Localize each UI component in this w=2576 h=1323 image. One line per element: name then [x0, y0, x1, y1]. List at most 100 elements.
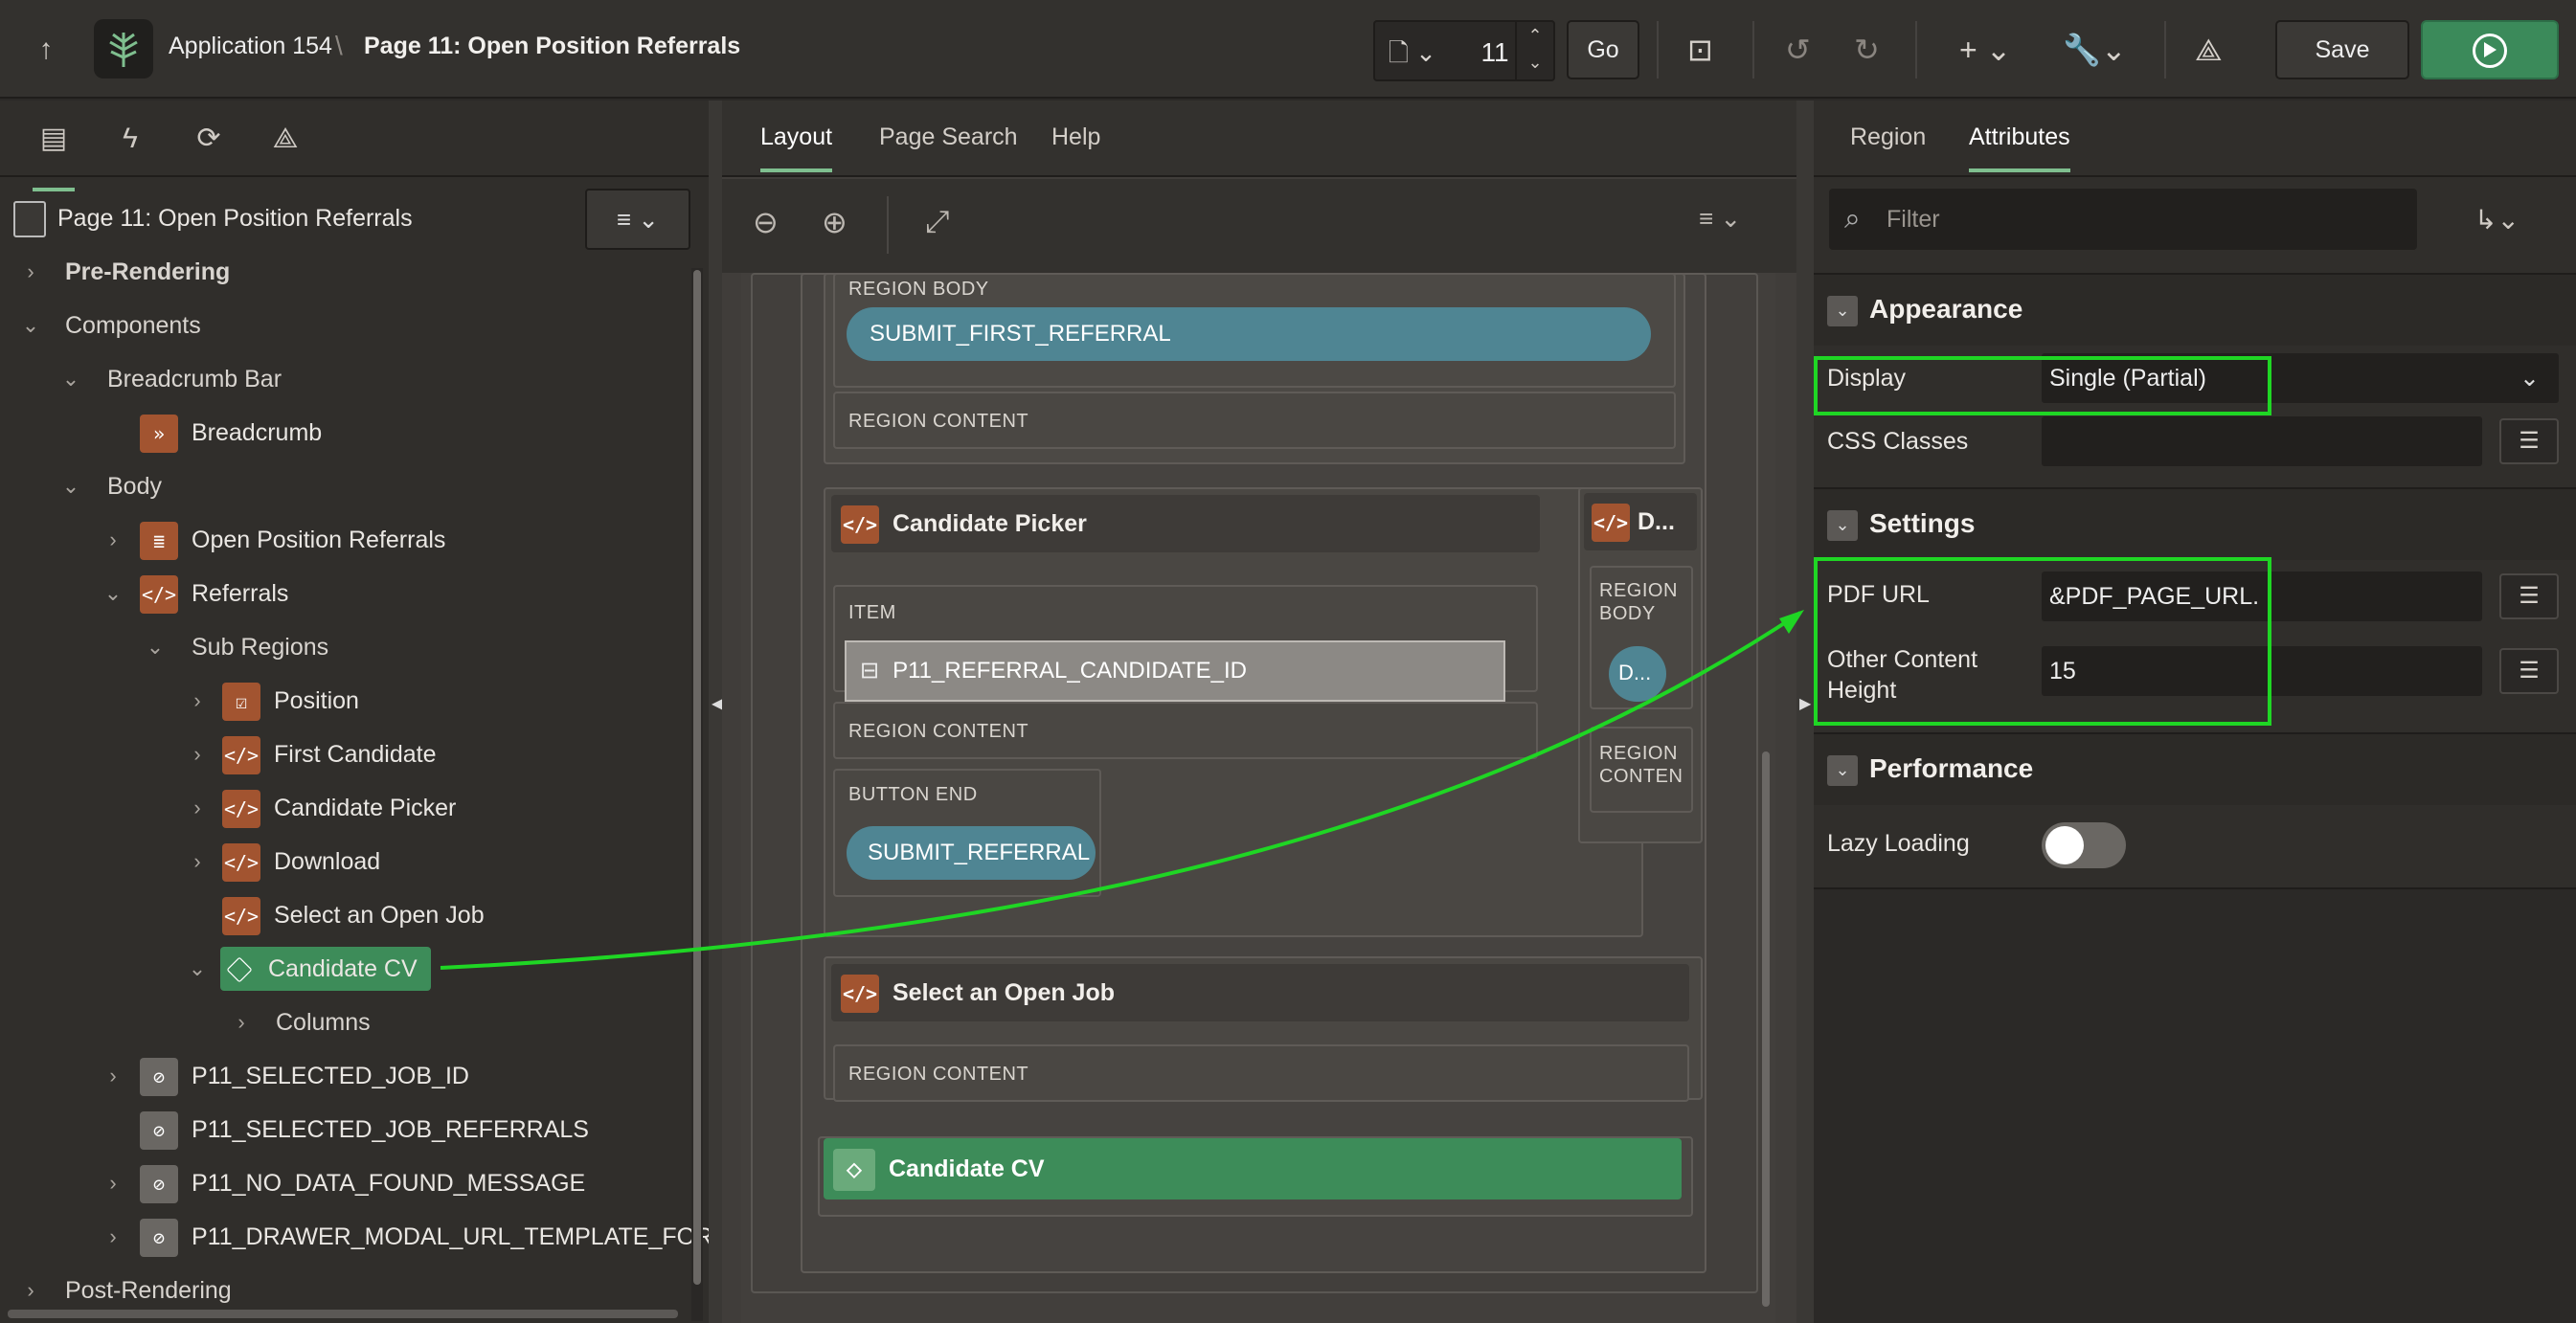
tab-region[interactable]: Region	[1850, 123, 1926, 151]
region-body-box[interactable]: REGION BODY SUBMIT_FIRST_REFERRAL	[833, 273, 1676, 388]
section-performance[interactable]: ⌄ Performance	[1814, 732, 2576, 805]
zoom-in-icon[interactable]: ⊕	[822, 204, 847, 240]
go-to-group-icon[interactable]: ↳⌄	[2474, 204, 2520, 235]
chevron-right-icon[interactable]: ›	[186, 837, 209, 886]
page-number-input[interactable]: 11	[1471, 37, 1519, 68]
candidate-id-item[interactable]: ⊟ P11_REFERRAL_CANDIDATE_ID	[845, 640, 1505, 702]
chevron-down-icon[interactable]: ⌄	[1827, 296, 1858, 326]
create-menu-icon[interactable]: + ⌄	[1959, 29, 2011, 71]
region-content-box[interactable]: REGION CONTENT	[833, 392, 1676, 449]
section-appearance[interactable]: ⌄ Appearance	[1814, 273, 2576, 346]
processing-tab-icon[interactable]: ⟳	[188, 120, 230, 158]
tree-item-download[interactable]: › </> Download	[186, 837, 380, 886]
scrollbar-thumb[interactable]	[8, 1310, 678, 1318]
tree-item-drawer-modal-url[interactable]: › ⊘ P11_DRAWER_MODAL_URL_TEMPLATE_FOR_JS	[102, 1212, 754, 1262]
utilities-wrench-icon[interactable]: 🔧⌄	[2063, 29, 2127, 71]
chevron-right-icon[interactable]: ›	[230, 998, 253, 1047]
tree-page-root[interactable]: Page 11: Open Position Referrals	[13, 193, 413, 243]
up-arrow-icon[interactable]: ↑	[29, 33, 63, 67]
tree-menu-button[interactable]: ≡ ⌄	[585, 189, 690, 250]
list-icon[interactable]: ☰	[2499, 573, 2559, 619]
tree-item-selected-job-id[interactable]: › ⊘ P11_SELECTED_JOB_ID	[102, 1051, 469, 1101]
tree-horizontal-scrollbar[interactable]	[0, 1307, 680, 1320]
scrollbar-thumb[interactable]	[1762, 751, 1770, 1307]
candidate-picker-header[interactable]: </> Candidate Picker	[831, 495, 1540, 552]
chevron-right-icon[interactable]: ›	[186, 783, 209, 833]
download-region[interactable]: </> D... REGION BODY D... REGION CONTEN	[1578, 487, 1703, 843]
chevron-right-icon[interactable]: ›	[102, 1158, 124, 1208]
app-logo-icon[interactable]	[94, 19, 153, 78]
tree-item-referrals[interactable]: ⌄ </> Referrals	[102, 569, 288, 618]
canvas-scrollbar[interactable]	[1760, 273, 1772, 1323]
submit-first-referral-button[interactable]: SUBMIT_FIRST_REFERRAL	[847, 307, 1651, 361]
run-page-button[interactable]	[2421, 20, 2559, 79]
chevron-right-icon[interactable]: ›	[102, 1051, 124, 1101]
tree-item-first-candidate[interactable]: › </> First Candidate	[186, 729, 437, 779]
tab-page-search[interactable]: Page Search	[879, 123, 1018, 151]
tree-item-body[interactable]: ⌄ Body	[59, 461, 162, 511]
app-name[interactable]: Application 154	[169, 33, 332, 60]
tab-attributes[interactable]: Attributes	[1969, 123, 2070, 172]
tree-item-sub-regions[interactable]: ⌄ Sub Regions	[144, 622, 328, 672]
expand-icon[interactable]: ⤢	[925, 204, 950, 240]
shared-components-tab-icon[interactable]: ⟁	[264, 120, 306, 158]
dynamic-actions-tab-icon[interactable]: ϟ	[109, 120, 151, 158]
region-content-box[interactable]: REGION CONTENT	[833, 1044, 1689, 1102]
go-button[interactable]: Go	[1567, 20, 1639, 79]
redo-icon[interactable]: ↻	[1854, 29, 1880, 71]
rendering-tab-icon[interactable]: ▤	[33, 120, 75, 191]
button-end-box[interactable]: BUTTON END SUBMIT_REFERRAL	[833, 769, 1101, 897]
list-icon[interactable]: ☰	[2499, 648, 2559, 694]
download-header[interactable]: </> D...	[1584, 493, 1697, 550]
save-button[interactable]: Save	[2275, 20, 2409, 79]
chevron-down-icon[interactable]: ⌄	[59, 461, 82, 511]
download-button[interactable]: D...	[1609, 646, 1666, 702]
tree-item-select-open-job[interactable]: </> Select an Open Job	[222, 890, 485, 940]
right-splitter[interactable]: ▶	[1796, 101, 1814, 1323]
tree-item-breadcrumb[interactable]: » Breadcrumb	[140, 408, 322, 458]
css-classes-input[interactable]	[2042, 416, 2482, 466]
page-selector[interactable]: 🗋 ⌄ 11 ⌃ ⌄	[1373, 20, 1555, 81]
tree-item-candidate-cv[interactable]: ⌄ Candidate CV	[186, 944, 431, 994]
tree-item-pre-rendering[interactable]: › Pre-Rendering	[19, 247, 230, 297]
scrollbar-thumb[interactable]	[693, 270, 701, 1285]
tree-item-no-data-found[interactable]: › ⊘ P11_NO_DATA_FOUND_MESSAGE	[102, 1158, 585, 1208]
chevron-right-icon[interactable]: ›	[102, 1212, 124, 1262]
tree-item-components[interactable]: ⌄ Components	[19, 301, 201, 350]
page-icon[interactable]: 🗋 ⌄	[1389, 35, 1436, 78]
left-splitter[interactable]: ◀	[709, 101, 723, 1323]
shared-components-icon[interactable]: ⟁	[2195, 29, 2223, 71]
zoom-out-icon[interactable]: ⊖	[753, 204, 779, 240]
page-stepper[interactable]: ⌃ ⌄	[1515, 22, 1553, 79]
filter-input[interactable]: ⌕ Filter	[1829, 189, 2417, 250]
tab-help[interactable]: Help	[1051, 123, 1100, 151]
chevron-right-icon[interactable]: ›	[186, 729, 209, 779]
chevron-down-icon[interactable]: ⌄	[19, 301, 42, 350]
tree-item-columns[interactable]: › Columns	[230, 998, 370, 1047]
tree-item-position[interactable]: › ☑ Position	[186, 676, 359, 726]
chevron-down-icon[interactable]: ⌄	[102, 569, 124, 618]
chevron-down-icon[interactable]: ⌄	[144, 622, 167, 672]
chevron-down-icon[interactable]: ⌄	[1827, 510, 1858, 541]
section-settings[interactable]: ⌄ Settings	[1814, 487, 2576, 560]
region-body-box[interactable]: REGION BODY D...	[1590, 566, 1693, 709]
chevron-down-icon[interactable]: ⌄	[186, 944, 209, 994]
select-open-job-header[interactable]: </> Select an Open Job	[831, 964, 1689, 1021]
list-icon[interactable]: ☰	[2499, 418, 2559, 464]
tree-item-candidate-picker[interactable]: › </> Candidate Picker	[186, 783, 456, 833]
layout-menu-icon[interactable]: ≡ ⌄	[1699, 204, 1741, 234]
region-content-box[interactable]: REGION CONTEN	[1590, 727, 1693, 813]
tree-item-open-position-referrals[interactable]: › ≣ Open Position Referrals	[102, 515, 445, 565]
lazy-loading-toggle[interactable]	[2042, 822, 2126, 868]
tree-item-selected-job-referrals[interactable]: ⊘ P11_SELECTED_JOB_REFERRALS	[140, 1105, 589, 1155]
lock-icon[interactable]: ⊡	[1687, 29, 1713, 71]
selected-node[interactable]: Candidate CV	[220, 947, 431, 991]
tree-vertical-scrollbar[interactable]	[691, 268, 703, 1321]
chevron-down-icon[interactable]: ⌄	[59, 354, 82, 404]
chevron-right-icon[interactable]: ›	[19, 247, 42, 297]
undo-icon[interactable]: ↺	[1785, 29, 1811, 71]
chevron-down-icon[interactable]: ⌄	[1827, 755, 1858, 786]
submit-referral-button[interactable]: SUBMIT_REFERRAL	[847, 826, 1096, 880]
candidate-cv-selected[interactable]: ◇ Candidate CV	[824, 1138, 1682, 1200]
tree-item-breadcrumb-bar[interactable]: ⌄ Breadcrumb Bar	[59, 354, 282, 404]
